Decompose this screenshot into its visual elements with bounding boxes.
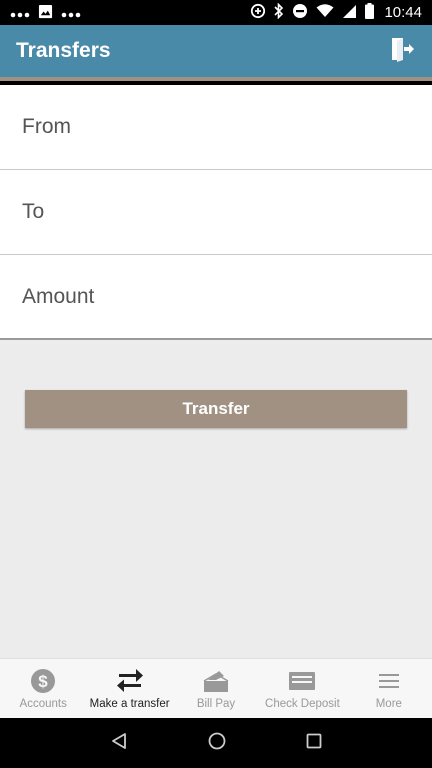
nav-label-bill-pay: Bill Pay (196, 698, 236, 710)
from-field[interactable]: From (0, 85, 432, 170)
signal-icon (342, 4, 357, 22)
check-deposit-icon (288, 667, 316, 695)
logout-icon (389, 36, 415, 67)
app-bar: Transfers (0, 25, 432, 81)
nav-item-check-deposit[interactable]: Check Deposit (259, 659, 345, 718)
nav-label-more: More (375, 698, 402, 710)
dnd-icon (292, 3, 308, 22)
nav-label-check-deposit: Check Deposit (265, 698, 340, 710)
bill-pay-icon (202, 667, 230, 695)
status-bar: 10:44 (0, 0, 432, 25)
notification-dots-icon (10, 5, 30, 21)
nav-item-more[interactable]: More (346, 659, 432, 718)
image-icon (38, 4, 53, 22)
nav-item-accounts[interactable]: $ Accounts (0, 659, 86, 718)
recents-icon[interactable] (306, 733, 322, 754)
logout-button[interactable] (386, 35, 418, 67)
transfer-form: From To Amount (0, 85, 432, 340)
nav-label-make-transfer: Make a transfer (89, 698, 170, 710)
from-label: From (22, 115, 71, 138)
status-right: 10:44 (250, 2, 422, 22)
svg-text:$: $ (38, 672, 48, 691)
nav-label-accounts: Accounts (19, 698, 67, 710)
menu-icon (378, 667, 400, 695)
battery-icon (365, 3, 375, 22)
notification-dots-icon (61, 5, 81, 21)
nav-item-make-transfer[interactable]: Make a transfer (86, 659, 172, 718)
to-field[interactable]: To (0, 170, 432, 255)
transfer-arrows-icon (116, 667, 144, 695)
status-left (10, 4, 81, 22)
wifi-icon (316, 4, 334, 21)
transfer-button[interactable]: Transfer (25, 390, 407, 428)
content-area: Transfer (0, 340, 432, 658)
status-time: 10:44 (384, 4, 422, 21)
system-nav-bar (0, 718, 432, 768)
home-icon[interactable] (208, 732, 226, 755)
data-saver-icon (250, 3, 266, 22)
amount-field[interactable]: Amount (0, 255, 432, 340)
bluetooth-icon (274, 2, 284, 22)
page-title: Transfers (16, 39, 111, 62)
back-icon[interactable] (110, 732, 128, 755)
dollar-icon: $ (30, 667, 56, 695)
to-label: To (22, 200, 45, 223)
nav-item-bill-pay[interactable]: Bill Pay (173, 659, 259, 718)
amount-label: Amount (22, 284, 95, 308)
bottom-nav: $ Accounts Make a transfer Bill Pay Chec… (0, 658, 432, 718)
